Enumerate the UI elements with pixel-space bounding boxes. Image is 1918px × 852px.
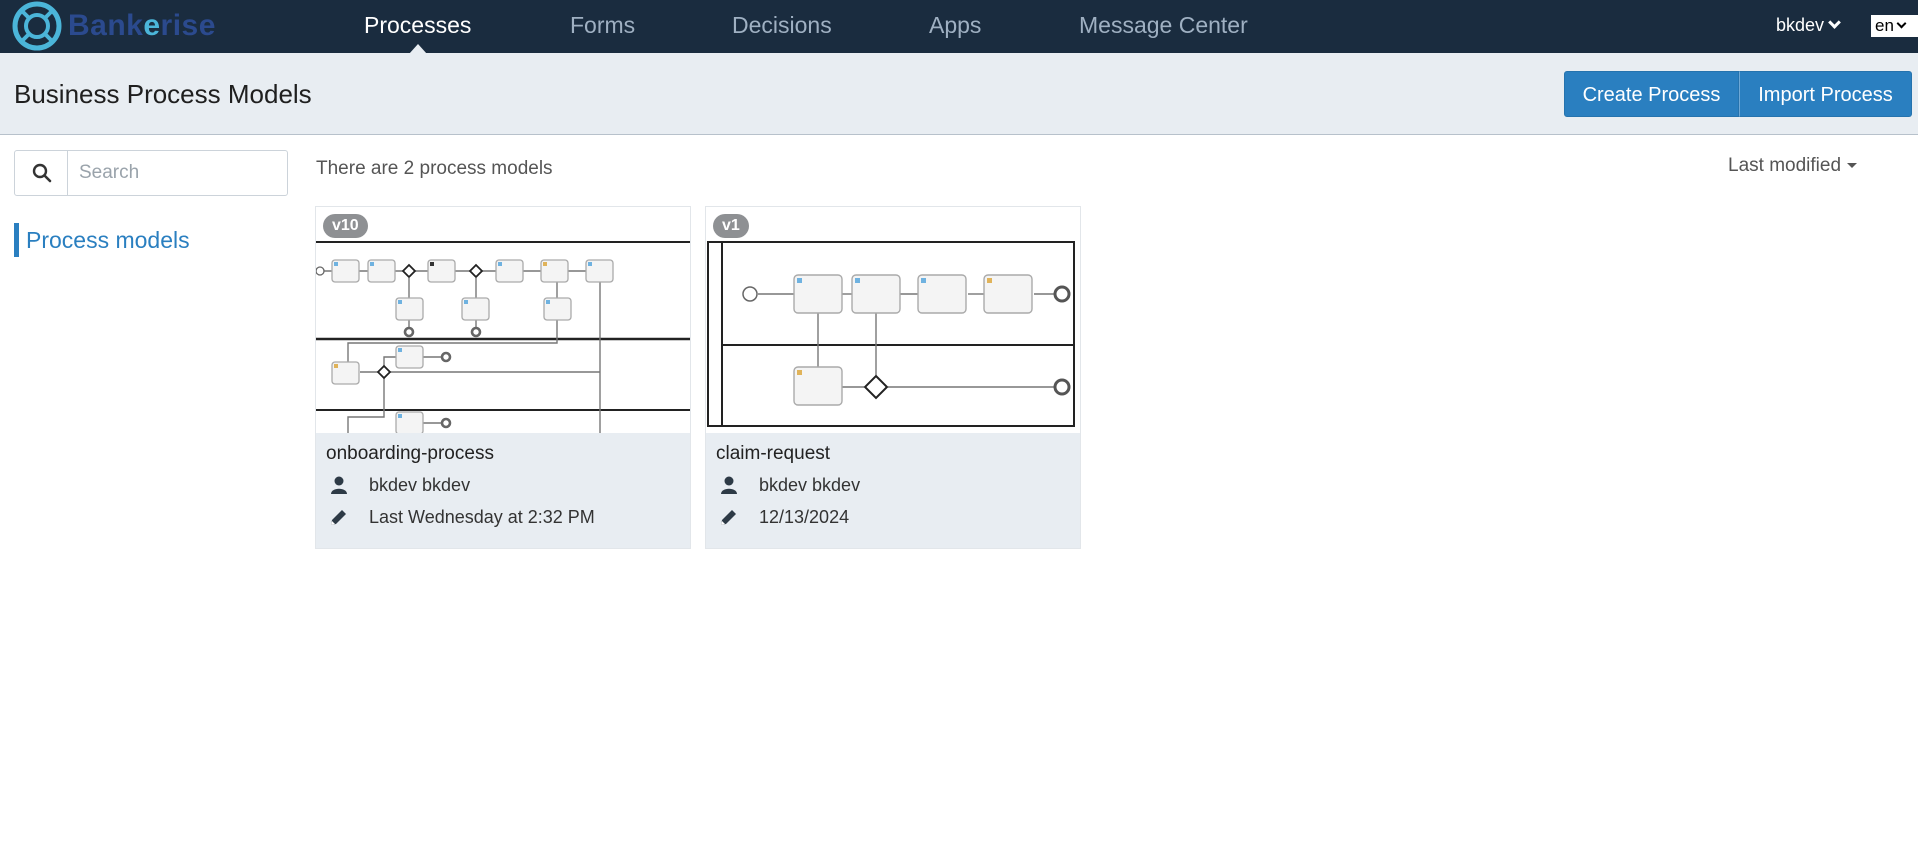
pencil-icon: [721, 510, 736, 525]
page-title: Business Process Models: [14, 79, 312, 109]
caret-down-icon: [1847, 163, 1858, 168]
search-icon: [32, 163, 52, 183]
sidebar-item-process-models[interactable]: Process models: [14, 223, 190, 257]
bankerise-logo-icon: [12, 1, 62, 51]
language-select[interactable]: en: [1871, 15, 1918, 37]
author-name: bkdev bkdev: [759, 475, 861, 495]
import-process-button[interactable]: Import Process: [1739, 71, 1912, 117]
version-badge: v10: [323, 214, 368, 238]
user-name: bkdev: [1776, 15, 1825, 35]
chevron-down-icon: [1896, 18, 1907, 29]
pencil-icon: [331, 510, 346, 525]
user-menu[interactable]: bkdev: [1776, 0, 1841, 50]
model-count-text: There are 2 process models: [316, 158, 553, 179]
search-input[interactable]: [69, 151, 287, 195]
author-name: bkdev bkdev: [369, 475, 471, 495]
top-navbar: Bankerise Processes Forms Decisions Apps…: [0, 0, 1918, 54]
modified-date: Last Wednesday at 2:32 PM: [369, 507, 595, 527]
user-icon: [721, 476, 737, 494]
user-icon: [331, 476, 347, 494]
nav-decisions[interactable]: Decisions: [732, 0, 832, 53]
search-button[interactable]: [15, 151, 68, 195]
process-name[interactable]: onboarding-process: [326, 443, 494, 465]
page-header: Business Process Models Create Process I…: [0, 53, 1918, 135]
chevron-down-icon: [1828, 16, 1841, 29]
language-value: en: [1875, 16, 1894, 35]
sort-dropdown[interactable]: Last modified: [1728, 155, 1858, 177]
nav-apps[interactable]: Apps: [929, 0, 981, 53]
brand-name: Bankerise: [68, 9, 216, 42]
process-name[interactable]: claim-request: [716, 443, 830, 465]
search-box: [14, 150, 288, 196]
bpmn-diagram-image: [707, 241, 1075, 427]
modified-date: 12/13/2024: [759, 507, 850, 527]
create-process-button[interactable]: Create Process: [1564, 71, 1739, 117]
version-badge: v1: [713, 214, 749, 238]
sort-label: Last modified: [1728, 155, 1842, 176]
brand-logo[interactable]: Bankerise: [12, 1, 216, 51]
process-card[interactable]: v10 onboarding-process bkdev bkdev Last …: [315, 206, 691, 549]
nav-processes[interactable]: Processes: [364, 0, 471, 54]
process-diagram-thumbnail[interactable]: v10: [316, 207, 690, 433]
nav-forms[interactable]: Forms: [570, 0, 635, 53]
bpmn-diagram-image: [316, 241, 690, 433]
process-card[interactable]: v1 claim-request bkdev bkdev 12/13/2024: [705, 206, 1081, 549]
process-diagram-thumbnail[interactable]: v1: [706, 207, 1080, 433]
nav-message-center[interactable]: Message Center: [1079, 0, 1248, 53]
